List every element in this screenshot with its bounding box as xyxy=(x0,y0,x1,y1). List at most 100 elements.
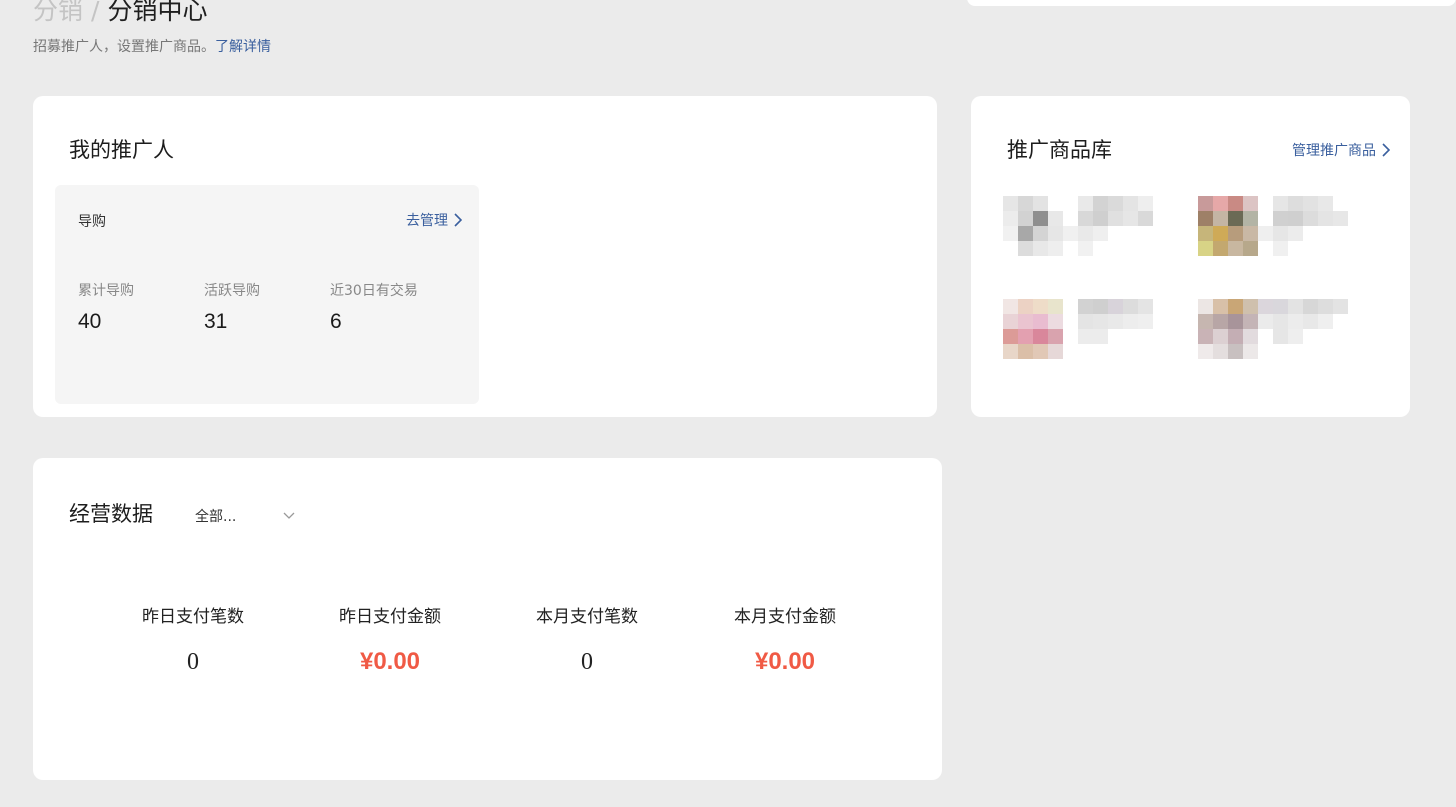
blurred-pixel xyxy=(1318,211,1333,226)
page-title: 分销中心 xyxy=(107,0,208,25)
blurred-pixel xyxy=(1243,314,1258,329)
blurred-pixel xyxy=(1228,314,1243,329)
blurred-pixel xyxy=(1048,226,1063,241)
product-thumb-4[interactable] xyxy=(1198,299,1364,361)
blurred-pixel xyxy=(1288,226,1303,241)
promoters-card: 我的推广人 导购 去管理 累计导购 40 活跃导购 31 近30日有交易 6 xyxy=(33,96,937,417)
stat-label: 活跃导购 xyxy=(204,283,260,299)
product-thumb-2[interactable] xyxy=(1198,196,1364,258)
subtitle-text: 招募推广人，设置推广商品。 xyxy=(33,39,215,55)
blurred-pixel xyxy=(1228,196,1243,211)
blurred-pixel xyxy=(1318,196,1333,211)
blurred-pixel xyxy=(1198,226,1213,241)
metric-yesterday-orders: 昨日支付笔数 0 xyxy=(113,602,273,677)
metric-value: ¥0.00 xyxy=(359,648,421,675)
blurred-pixel xyxy=(1243,344,1258,359)
blurred-pixel xyxy=(1198,344,1213,359)
chevron-right-icon xyxy=(1382,143,1390,157)
product-thumb-1[interactable] xyxy=(1003,196,1169,258)
metric-label: 本月支付金额 xyxy=(734,607,836,627)
store-filter-select[interactable]: 全部... xyxy=(195,505,295,527)
blurred-pixel xyxy=(1138,299,1153,314)
blurred-pixel xyxy=(1288,329,1303,344)
blurred-pixel xyxy=(1273,314,1288,329)
blurred-pixel xyxy=(1018,196,1033,211)
product-thumb-3[interactable] xyxy=(1003,299,1169,361)
metric-label: 昨日支付金额 xyxy=(339,607,441,627)
stat-total-guides: 累计导购 40 xyxy=(78,280,134,334)
blurred-pixel xyxy=(1273,226,1288,241)
manage-products-link[interactable]: 管理推广商品 xyxy=(1292,140,1390,160)
store-filter-value: 全部... xyxy=(195,509,237,525)
blurred-pixel xyxy=(1003,196,1018,211)
product-library-card: 推广商品库 管理推广商品 xyxy=(971,96,1410,417)
guide-manage-label: 去管理 xyxy=(406,213,448,229)
blurred-pixel xyxy=(1138,196,1153,211)
blurred-pixel xyxy=(1048,344,1063,359)
blurred-pixel xyxy=(1138,211,1153,226)
blurred-pixel xyxy=(1108,314,1123,329)
metric-value: ¥0.00 xyxy=(754,648,816,675)
blurred-pixel xyxy=(1138,314,1153,329)
blurred-pixel xyxy=(1048,299,1063,314)
metric-label: 昨日支付笔数 xyxy=(142,607,244,627)
blurred-pixel xyxy=(1018,211,1033,226)
blurred-pixel xyxy=(1078,241,1093,256)
blurred-pixel xyxy=(1318,299,1333,314)
blurred-pixel xyxy=(1333,299,1348,314)
blurred-pixel xyxy=(1018,241,1033,256)
stat-active-guides: 活跃导购 31 xyxy=(204,280,260,334)
blurred-pixel xyxy=(1198,241,1213,256)
blurred-pixel xyxy=(1033,196,1048,211)
blurred-pixel xyxy=(1093,226,1108,241)
blurred-pixel xyxy=(1018,314,1033,329)
blurred-pixel xyxy=(1078,314,1093,329)
blurred-pixel xyxy=(1228,241,1243,256)
business-data-card: 经营数据 全部... 昨日支付笔数 0 昨日支付金额 ¥0.00 本月支付笔数 … xyxy=(33,458,942,780)
blurred-pixel xyxy=(1198,314,1213,329)
stat-value: 6 xyxy=(330,310,342,333)
stat-label: 累计导购 xyxy=(78,283,134,299)
blurred-pixel xyxy=(1123,196,1138,211)
stat-value: 40 xyxy=(78,310,102,333)
blurred-pixel xyxy=(1228,211,1243,226)
blurred-pixel xyxy=(1273,211,1288,226)
chevron-right-icon xyxy=(454,213,462,227)
blurred-pixel xyxy=(1093,299,1108,314)
blurred-pixel xyxy=(1123,211,1138,226)
blurred-pixel xyxy=(1228,344,1243,359)
blurred-pixel xyxy=(1228,299,1243,314)
blurred-pixel xyxy=(1258,314,1273,329)
blurred-pixel xyxy=(1243,241,1258,256)
stat-label: 近30日有交易 xyxy=(330,283,418,299)
breadcrumb-parent[interactable]: 分销 xyxy=(33,0,83,25)
blurred-pixel xyxy=(1033,211,1048,226)
guide-manage-link[interactable]: 去管理 xyxy=(406,210,462,230)
blurred-pixel xyxy=(1303,314,1318,329)
blurred-pixel xyxy=(1048,211,1063,226)
blurred-pixel xyxy=(1003,226,1018,241)
blurred-pixel xyxy=(1243,329,1258,344)
blurred-pixel xyxy=(1288,299,1303,314)
blurred-pixel xyxy=(1003,329,1018,344)
blurred-pixel xyxy=(1048,329,1063,344)
blurred-pixel xyxy=(1123,299,1138,314)
blurred-pixel xyxy=(1213,344,1228,359)
learn-more-link[interactable]: 了解详情 xyxy=(215,39,271,55)
stat-value: 31 xyxy=(204,310,228,333)
guide-title: 导购 xyxy=(78,214,106,230)
metric-yesterday-amount: 昨日支付金额 ¥0.00 xyxy=(310,602,470,677)
metric-label: 本月支付笔数 xyxy=(536,607,638,627)
blurred-pixel xyxy=(1273,299,1288,314)
blurred-pixel xyxy=(1213,211,1228,226)
blurred-pixel xyxy=(1243,226,1258,241)
page-subtitle: 招募推广人，设置推广商品。了解详情 xyxy=(33,37,271,57)
guide-panel: 导购 去管理 累计导购 40 活跃导购 31 近30日有交易 6 xyxy=(55,185,479,404)
promoters-title: 我的推广人 xyxy=(69,138,174,162)
blurred-pixel xyxy=(1033,329,1048,344)
blurred-pixel xyxy=(1018,299,1033,314)
blurred-pixel xyxy=(1093,314,1108,329)
blurred-pixel xyxy=(1003,314,1018,329)
blurred-pixel xyxy=(1288,314,1303,329)
stat-recent-trading: 近30日有交易 6 xyxy=(330,280,418,334)
